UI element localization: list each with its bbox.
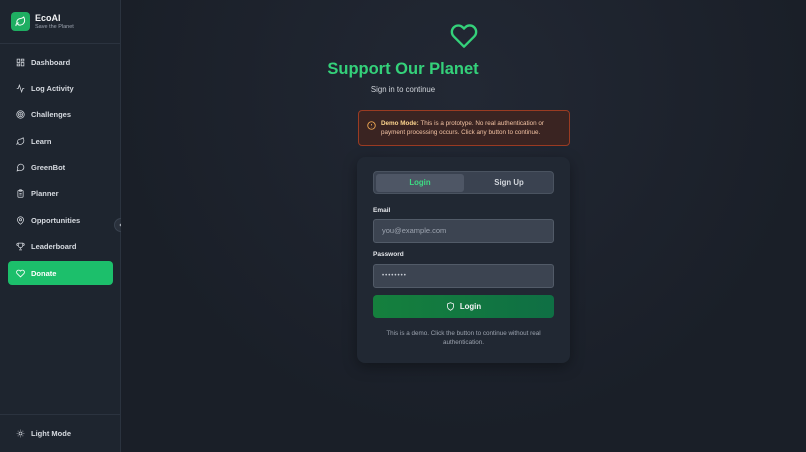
sidebar-item-label: Challenges — [31, 110, 72, 120]
page-title: Support Our Planet — [327, 60, 479, 78]
demo-mode-title: Demo Mode: — [381, 120, 419, 127]
brand[interactable]: EcoAI Save the Planet — [0, 0, 120, 44]
sidebar-item-challenges[interactable]: Challenges — [8, 103, 113, 127]
map-pin-icon — [17, 216, 24, 225]
tab-login[interactable]: Login — [376, 174, 464, 192]
demo-mode-notice: Demo Mode: This is a prototype. No real … — [358, 110, 570, 146]
sidebar-item-opportunities[interactable]: Opportunities — [8, 208, 113, 232]
email-field[interactable]: you@example.com — [373, 219, 554, 243]
sidebar-item-planner[interactable]: Planner — [8, 182, 113, 206]
email-label: Email — [373, 207, 391, 214]
sidebar-item-label: Learn — [31, 136, 52, 146]
password-label: Password — [373, 251, 404, 258]
sidebar-item-label: GreenBot — [31, 163, 66, 173]
auth-tabs: Login Sign Up — [373, 171, 554, 194]
login-button-label: Login — [459, 302, 482, 311]
sidebar-item-greenbot[interactable]: GreenBot — [8, 156, 113, 180]
target-icon — [16, 110, 25, 119]
auth-card: Login Sign Up Email you@example.com Pass… — [357, 157, 570, 363]
sun-icon — [16, 429, 25, 438]
demo-note: This is a demo. Click the button to cont… — [386, 330, 541, 346]
leaf-logo-icon — [11, 12, 30, 31]
sidebar-item-label: Leaderboard — [31, 242, 77, 252]
shield-icon — [446, 302, 454, 311]
light-mode-label: Light Mode — [31, 429, 71, 438]
heart-icon — [16, 269, 25, 278]
heart-icon — [450, 24, 478, 48]
leaf-icon — [16, 136, 25, 145]
brand-tagline: Save the Planet — [35, 23, 74, 30]
password-field[interactable]: •••••••• — [373, 264, 554, 288]
page-subtitle: Sign in to continue — [370, 85, 436, 94]
trophy-icon — [16, 242, 25, 251]
light-mode-toggle[interactable]: Light Mode — [0, 414, 121, 452]
chat-icon — [16, 163, 25, 172]
sidebar-item-label: Opportunities — [31, 215, 81, 225]
clipboard-icon — [17, 189, 24, 199]
sidebar-item-learn[interactable]: Learn — [8, 129, 113, 153]
sidebar-item-leaderboard[interactable]: Leaderboard — [8, 235, 113, 259]
sidebar-item-donate[interactable]: Donate — [8, 261, 113, 286]
sidebar-item-label: Planner — [31, 189, 59, 199]
info-icon — [367, 121, 376, 130]
login-button[interactable]: Login — [373, 295, 554, 318]
brand-name: EcoAI — [35, 12, 61, 23]
tab-sign-up[interactable]: Sign Up — [465, 174, 553, 192]
sidebar-item-label: Donate — [31, 268, 57, 278]
